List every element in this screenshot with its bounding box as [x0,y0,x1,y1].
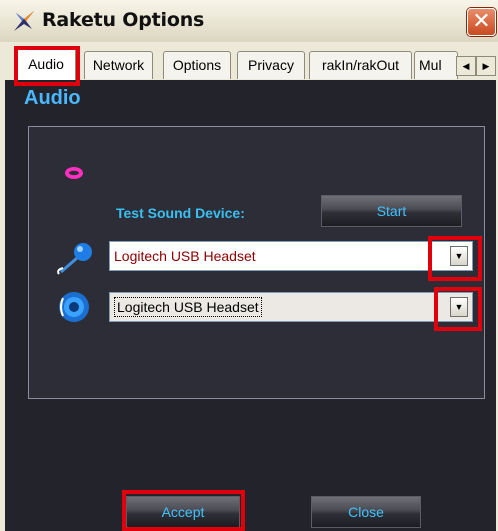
tab-network[interactable]: Network [84,51,153,79]
tab-scroll-right-button[interactable]: ▶ [476,56,496,76]
title-bar[interactable]: Raketu Options ✕ [0,0,498,43]
speaker-device-value: Logitech USB Headset [114,297,262,317]
tab-rakin-rakout[interactable]: rakIn/rakOut [309,51,412,79]
raketu-logo-icon [14,11,34,31]
tab-mul[interactable]: Mul [414,51,458,79]
microphone-icon [57,243,92,275]
microphone-device-select[interactable]: Logitech USB Headset ▼ [109,241,473,271]
section-title: Audio [24,87,81,109]
speaker-icon [59,292,89,322]
tab-strip: Audio Network Options Privacy rakIn/rakO… [0,42,498,82]
chevron-down-icon[interactable]: ▼ [450,246,468,266]
tab-privacy[interactable]: Privacy [237,51,305,79]
speaker-device-select[interactable]: Logitech USB Headset ▼ [109,292,473,322]
tab-scroll-left-button[interactable]: ◀ [456,56,476,76]
test-sound-device-label: Test Sound Device: [116,205,245,221]
options-window: Raketu Options ✕ Audio Network Options P… [0,0,498,531]
accept-button[interactable]: Accept [126,496,240,528]
close-window-button[interactable]: ✕ [467,8,496,36]
lips-icon [65,167,83,179]
microphone-device-value: Logitech USB Headset [114,248,256,264]
close-button[interactable]: Close [311,496,421,528]
chevron-down-icon[interactable]: ▼ [450,297,468,317]
start-test-button[interactable]: Start [321,195,462,227]
tab-options[interactable]: Options [163,51,231,79]
tab-audio[interactable]: Audio [16,48,76,80]
window-title: Raketu Options [42,9,205,31]
